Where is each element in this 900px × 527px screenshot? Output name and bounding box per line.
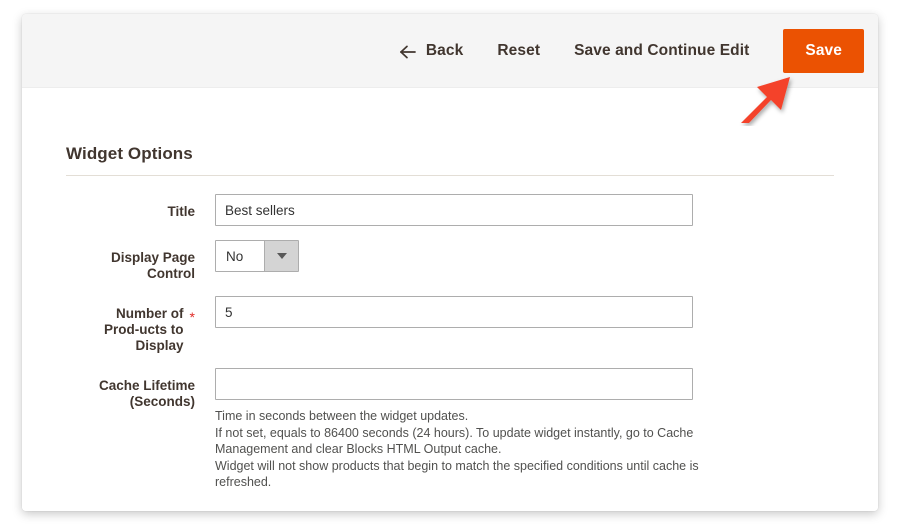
reset-button[interactable]: Reset (497, 42, 540, 60)
label-wrap-display-page-control: Display Page Control (44, 240, 201, 282)
page-title: Widget Options (66, 144, 193, 163)
required-asterisk: * (189, 309, 195, 325)
field-label-display-page-control: Display Page Control (110, 250, 195, 281)
save-button[interactable]: Save (783, 28, 864, 73)
help-line-2: If not set, equals to 86400 seconds (24 … (215, 425, 694, 457)
display-page-control-select[interactable]: No (215, 240, 299, 272)
page-actions-toolbar: Back Reset Save and Continue Edit Save (22, 14, 878, 88)
field-label-title: Title (167, 204, 195, 219)
chevron-down-icon[interactable] (264, 241, 298, 271)
help-line-3: Widget will not show products that begin… (215, 458, 699, 490)
label-wrap-number-of-products: Number of Prod-ucts to Display * (44, 296, 201, 354)
save-and-continue-edit-label: Save and Continue Edit (574, 41, 750, 59)
screenshot-root: Back Reset Save and Continue Edit Save W… (0, 0, 900, 527)
cache-lifetime-input[interactable] (215, 368, 693, 400)
number-of-products-input[interactable] (215, 296, 693, 328)
control-display-page-control: No (201, 240, 856, 272)
back-button-label: Back (425, 41, 464, 59)
field-label-cache-lifetime: Cache Lifetime (Seconds) (98, 378, 195, 409)
control-number-of-products (201, 296, 856, 328)
label-wrap-cache-lifetime: Cache Lifetime (Seconds) (44, 368, 201, 410)
field-row-number-of-products: Number of Prod-ucts to Display * (44, 296, 856, 354)
control-title (201, 194, 856, 226)
widget-options-form: Title Display Page Control No (44, 176, 856, 491)
back-button[interactable]: Back (399, 42, 463, 60)
field-row-display-page-control: Display Page Control No (44, 240, 856, 282)
title-input[interactable] (215, 194, 693, 226)
cache-lifetime-help-text: Time in seconds between the widget updat… (215, 408, 715, 491)
save-and-continue-edit-button[interactable]: Save and Continue Edit (574, 42, 749, 60)
field-row-title: Title (44, 194, 856, 226)
control-cache-lifetime: Time in seconds between the widget updat… (201, 368, 856, 491)
help-line-1: Time in seconds between the widget updat… (215, 409, 469, 423)
reset-button-label: Reset (497, 41, 541, 59)
field-row-cache-lifetime: Cache Lifetime (Seconds) Time in seconds… (44, 368, 856, 491)
display-page-control-selected-value: No (216, 241, 264, 271)
arrow-left-icon (399, 44, 417, 60)
widget-options-panel: Widget Options Title Display Page Contro… (22, 88, 878, 511)
caret-shape (276, 253, 287, 259)
field-label-number-of-products: Number of Prod-ucts to Display (104, 306, 184, 353)
browser-window-frame: Back Reset Save and Continue Edit Save W… (22, 14, 878, 511)
label-wrap-title: Title (44, 194, 201, 220)
